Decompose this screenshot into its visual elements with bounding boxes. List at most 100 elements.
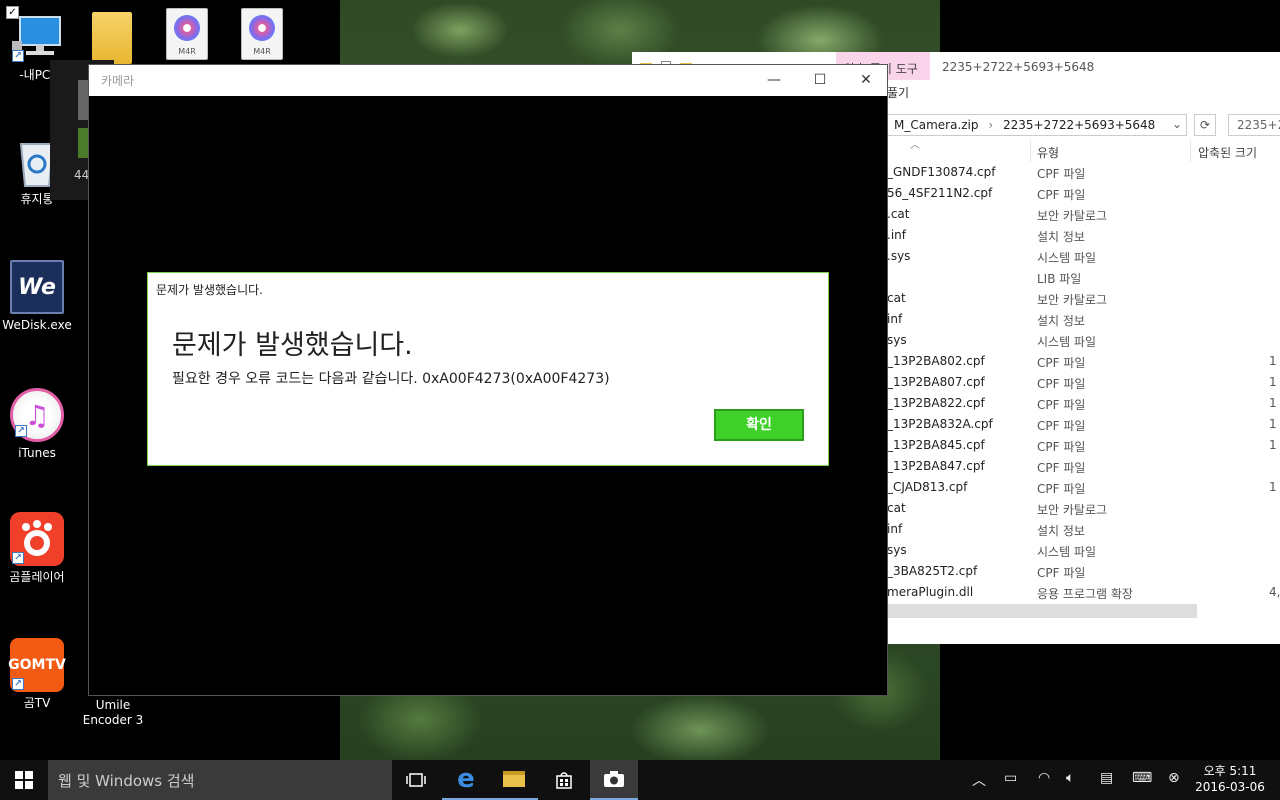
desktop-icon-gomplayer[interactable]: ↗ 곰플레이어 (0, 512, 74, 585)
dialog-caption: 문제가 발생했습니다. (156, 283, 263, 297)
wedisk-icon: We (10, 260, 64, 314)
maximize-button[interactable]: ☐ (797, 65, 843, 96)
table-row[interactable]: _13P2BA845.cpf CPF 파일 1 (887, 435, 1280, 456)
file-type: CPF 파일 (1037, 377, 1086, 391)
file-size: 1 (1269, 417, 1277, 431)
folder-icon[interactable] (92, 12, 132, 64)
desktop-icon-label: Umile (95, 698, 131, 712)
desktop-icon-gomtv[interactable]: GOMTV ↗ 곰TV (0, 638, 74, 711)
show-hidden-icons-chevron-icon[interactable]: ︿ (972, 770, 986, 790)
file-name: _GNDF130874.cpf (887, 165, 996, 179)
file-name: sys (887, 333, 907, 347)
ok-button[interactable]: 확인 (714, 409, 804, 441)
file-name: 56_4SF211N2.cpf (887, 186, 993, 200)
clock-time: 오후 5:11 (1203, 764, 1257, 778)
table-row[interactable]: inf 설치 정보 (887, 309, 1280, 330)
taskbar-file-explorer[interactable] (490, 760, 538, 800)
gomplayer-icon: ↗ (10, 512, 64, 566)
ribbon-tab-extract[interactable]: 풀기 (887, 84, 909, 101)
keyboard-icon[interactable]: ⌨ (1132, 770, 1152, 786)
table-row[interactable]: .cat 보안 카탈로그 (887, 204, 1280, 225)
table-row[interactable]: _13P2BA832A.cpf CPF 파일 1 (887, 414, 1280, 435)
file-name: cat (887, 291, 906, 305)
file-type: CPF 파일 (1037, 188, 1086, 202)
sort-ascending-icon: ︿ (910, 140, 920, 151)
desktop-icon-wedisk[interactable]: We WeDisk.exe (0, 260, 74, 333)
table-row[interactable]: sys 시스템 파일 (887, 330, 1280, 351)
desktop-icon-label: Encoder 3 (82, 713, 144, 727)
selection-checkbox[interactable]: ✓ (6, 6, 19, 19)
file-type: 설치 정보 (1037, 314, 1085, 328)
table-row[interactable]: LIB 파일 (887, 267, 1280, 288)
file-type: 응용 프로그램 확장 (1037, 587, 1133, 601)
taskbar-edge[interactable]: e (442, 760, 490, 800)
column-header-type[interactable]: 유형 (1037, 144, 1059, 161)
table-row[interactable]: _13P2BA802.cpf CPF 파일 1 (887, 351, 1280, 372)
file-type: CPF 파일 (1037, 419, 1086, 433)
file-list: _GNDF130874.cpf CPF 파일 56_4SF211N2.cpf CPF … (887, 162, 1280, 603)
taskbar-camera[interactable] (590, 760, 638, 800)
file-type: CPF 파일 (1037, 482, 1086, 496)
desktop-icon-label: WeDisk.exe (2, 318, 72, 332)
table-row[interactable]: _13P2BA847.cpf CPF 파일 (887, 456, 1280, 477)
file-name: .inf (887, 228, 906, 242)
file-name: meraPlugin.dll (887, 585, 974, 599)
wifi-icon[interactable]: ◠ (1038, 770, 1050, 786)
table-row[interactable]: .sys 시스템 파일 (887, 246, 1280, 267)
taskbar-search-input[interactable]: 웹 및 Windows 검색 (48, 760, 392, 800)
desktop-icon-label: 곰플레이어 (9, 570, 65, 584)
task-view-button[interactable] (392, 760, 440, 800)
table-row[interactable]: _CJAD813.cpf CPF 파일 1 (887, 477, 1280, 498)
table-row[interactable]: _13P2BA822.cpf CPF 파일 1 (887, 393, 1280, 414)
start-button[interactable] (0, 760, 48, 800)
table-row[interactable]: _13P2BA807.cpf CPF 파일 1 (887, 372, 1280, 393)
table-row[interactable]: .inf 설치 정보 (887, 225, 1280, 246)
address-bar[interactable]: M_Camera.zip › 2235+2722+5693+5648 ⌄ (887, 114, 1187, 136)
table-row[interactable]: _3BA825T2.cpf CPF 파일 (887, 561, 1280, 582)
desktop-icon-umile-encoder[interactable]: Umile Encoder 3 (76, 698, 150, 728)
chevron-down-icon[interactable]: ⌄ (1172, 117, 1182, 131)
file-type: CPF 파일 (1037, 566, 1086, 580)
minimize-button[interactable]: — (751, 65, 797, 96)
battery-icon[interactable]: ▭ (1004, 770, 1017, 786)
table-row[interactable]: meraPlugin.dll 응용 프로그램 확장 4,2 (887, 582, 1280, 603)
error-dialog: 문제가 발생했습니다. 문제가 발생했습니다. 필요한 경우 오류 코드는 다음… (147, 272, 829, 466)
system-clock[interactable]: 오후 5:11 2016-03-06 (1190, 763, 1270, 795)
refresh-icon: ⟳ (1199, 118, 1211, 132)
file-name: inf (887, 312, 903, 326)
file-name: sys (887, 543, 907, 557)
file-type: CPF 파일 (1037, 398, 1086, 412)
refresh-button[interactable]: ⟳ (1194, 114, 1216, 136)
dialog-message: 필요한 경우 오류 코드는 다음과 같습니다. 0xA00F4273(0xA00… (172, 371, 610, 387)
search-input[interactable]: 2235+2 (1228, 114, 1280, 136)
table-row[interactable]: inf 설치 정보 (887, 519, 1280, 540)
windows-logo-icon (15, 771, 33, 789)
m4r-file-icon[interactable]: M4R (241, 8, 283, 60)
task-view-icon (406, 773, 426, 787)
table-row[interactable]: sys 시스템 파일 (887, 540, 1280, 561)
file-name: _3BA825T2.cpf (887, 564, 978, 578)
file-type: 설치 정보 (1037, 230, 1085, 244)
close-button[interactable]: ✕ (843, 65, 889, 96)
explorer-window-title: 2235+2722+5693+5648 (942, 60, 1095, 74)
file-type: 보안 카탈로그 (1037, 503, 1108, 517)
table-row[interactable]: cat 보안 카탈로그 (887, 288, 1280, 309)
table-row[interactable]: 56_4SF211N2.cpf CPF 파일 (887, 183, 1280, 204)
desktop-icon-label: 곰TV (23, 696, 51, 710)
desktop-icon-itunes[interactable]: ♫ ↗ iTunes (0, 388, 74, 461)
table-row[interactable]: _GNDF130874.cpf CPF 파일 (887, 162, 1280, 183)
action-center-icon[interactable]: ▤ (1100, 770, 1113, 786)
m4r-file-icon[interactable]: M4R (166, 8, 208, 60)
taskbar-store[interactable] (540, 760, 588, 800)
volume-icon[interactable]: 🔈︎ (1066, 770, 1074, 786)
file-name: _13P2BA832A.cpf (887, 417, 993, 431)
column-header-compressed-size[interactable]: 압축된 크기 (1198, 144, 1257, 161)
horizontal-scrollbar[interactable] (887, 604, 1197, 618)
table-row[interactable]: cat 보안 카탈로그 (887, 498, 1280, 519)
file-type: CPF 파일 (1037, 461, 1086, 475)
file-size: 4,2 (1269, 585, 1280, 599)
file-name: cat (887, 501, 906, 515)
camera-titlebar[interactable]: 카메라 — ☐ ✕ (89, 65, 887, 96)
desktop-icon-label: iTunes (18, 446, 56, 460)
input-indicator-icon[interactable]: ⊗ (1168, 770, 1180, 786)
